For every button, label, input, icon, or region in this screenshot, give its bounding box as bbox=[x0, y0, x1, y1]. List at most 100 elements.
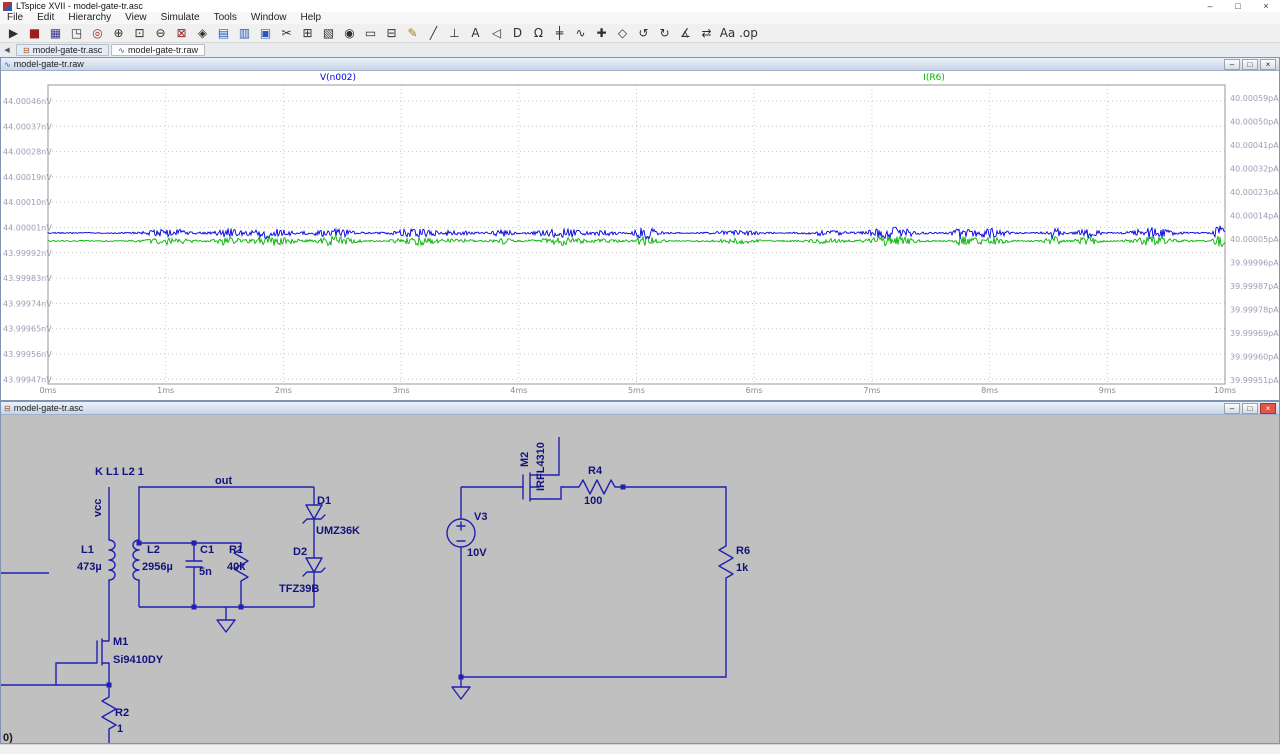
waveform-minimize-button[interactable]: – bbox=[1224, 58, 1240, 70]
voltage-source-V3-symbol[interactable] bbox=[446, 518, 476, 548]
resistor-icon[interactable]: Ω bbox=[528, 24, 549, 42]
halt-icon[interactable]: ■ bbox=[24, 24, 45, 42]
copy-icon[interactable]: ⊞ bbox=[297, 24, 318, 42]
zoom-out-icon[interactable]: ⊖ bbox=[150, 24, 171, 42]
net-label-vcc[interactable]: vcc bbox=[92, 499, 104, 517]
trace-label-v-n002[interactable]: V(n002) bbox=[320, 73, 356, 83]
zoom-full-icon[interactable]: ⊠ bbox=[171, 24, 192, 42]
inductor-L1-symbol[interactable] bbox=[108, 539, 116, 581]
value-R1[interactable]: 40k bbox=[227, 561, 246, 573]
close-button[interactable]: × bbox=[1252, 0, 1280, 12]
text-icon[interactable]: Aa bbox=[717, 24, 738, 42]
ground-icon[interactable] bbox=[216, 619, 236, 633]
waveform-window-titlebar[interactable]: ∿ model-gate-tr.raw – □ × bbox=[1, 58, 1279, 71]
pencil-icon[interactable]: ✎ bbox=[402, 24, 423, 42]
wire-out-rail[interactable] bbox=[138, 486, 314, 540]
wire-m2-drain[interactable] bbox=[546, 437, 560, 476]
print-icon[interactable]: ▭ bbox=[360, 24, 381, 42]
scroll-tabs-icon[interactable]: ◀ bbox=[0, 46, 14, 54]
move-icon[interactable]: ✚ bbox=[591, 24, 612, 42]
resistor-R2-symbol[interactable] bbox=[101, 684, 117, 743]
undo-icon[interactable]: ↺ bbox=[633, 24, 654, 42]
resistor-R4-symbol[interactable] bbox=[572, 479, 622, 495]
menu-window[interactable]: Window bbox=[244, 12, 294, 24]
label-M1[interactable]: M1 bbox=[113, 636, 128, 648]
tile-horizontal-icon[interactable]: ▤ bbox=[213, 24, 234, 42]
inductor-icon[interactable]: ∿ bbox=[570, 24, 591, 42]
minimize-button[interactable]: – bbox=[1196, 0, 1224, 12]
label-C1[interactable]: C1 bbox=[200, 544, 214, 556]
rotate-icon[interactable]: ∡ bbox=[675, 24, 696, 42]
schematic-minimize-button[interactable]: – bbox=[1224, 402, 1240, 414]
menu-tools[interactable]: Tools bbox=[207, 12, 244, 24]
schematic-canvas[interactable]: K L1 L2 1 vcc out L1 473µ L2 2956µ C1 5n… bbox=[1, 415, 1279, 743]
ground-icon[interactable] bbox=[451, 686, 471, 700]
schematic-maximize-button[interactable]: □ bbox=[1242, 402, 1258, 414]
wire-v3-top[interactable] bbox=[460, 486, 521, 519]
cascade-icon[interactable]: ▣ bbox=[255, 24, 276, 42]
autoscale-icon[interactable]: ◳ bbox=[66, 24, 87, 42]
paste-icon[interactable]: ▧ bbox=[318, 24, 339, 42]
value-C1[interactable]: 5n bbox=[199, 566, 212, 578]
mosfet-M1-symbol[interactable] bbox=[55, 634, 110, 686]
value-R4[interactable]: 100 bbox=[584, 495, 602, 507]
value-V3[interactable]: 10V bbox=[467, 547, 487, 559]
run-icon[interactable]: ▶ bbox=[3, 24, 24, 42]
label-R4[interactable]: R4 bbox=[588, 465, 603, 477]
tab-model-gate-tr.asc[interactable]: ⊟ model-gate-tr.asc bbox=[16, 44, 110, 56]
label-R1[interactable]: R1 bbox=[229, 544, 243, 556]
value-L2[interactable]: 2956µ bbox=[142, 561, 173, 573]
label-icon[interactable]: A bbox=[465, 24, 486, 42]
zoom-rect-icon[interactable]: ⊡ bbox=[129, 24, 150, 42]
value-M2[interactable]: IRFL4310 bbox=[535, 442, 547, 491]
value-M1[interactable]: Si9410DY bbox=[113, 654, 164, 666]
value-D1[interactable]: UMZ36K bbox=[316, 525, 360, 537]
label-R2[interactable]: R2 bbox=[115, 707, 129, 719]
coupling-directive-text[interactable]: K L1 L2 1 bbox=[95, 466, 144, 478]
label-M2[interactable]: M2 bbox=[519, 452, 531, 467]
value-R2[interactable]: 1 bbox=[117, 723, 123, 735]
menu-edit[interactable]: Edit bbox=[30, 12, 61, 24]
value-R6[interactable]: 1k bbox=[736, 562, 749, 574]
ground-icon[interactable]: ⊥ bbox=[444, 24, 465, 42]
diode-icon[interactable]: ◁ bbox=[486, 24, 507, 42]
zoom-in-icon[interactable]: ⊕ bbox=[108, 24, 129, 42]
clipped-spice-directive[interactable]: 0) bbox=[3, 732, 13, 743]
mirror-icon[interactable]: ⇄ bbox=[696, 24, 717, 42]
capacitor-icon[interactable]: ╪ bbox=[549, 24, 570, 42]
menu-help[interactable]: Help bbox=[294, 12, 329, 24]
value-D2[interactable]: TFZ39B bbox=[279, 583, 319, 595]
label-L2[interactable]: L2 bbox=[147, 544, 160, 556]
inductor-L2-symbol[interactable] bbox=[132, 539, 140, 581]
label-V3[interactable]: V3 bbox=[474, 511, 487, 523]
value-L1[interactable]: 473µ bbox=[77, 561, 102, 573]
net-label-out[interactable]: out bbox=[215, 475, 232, 487]
print-preview-icon[interactable]: ⊟ bbox=[381, 24, 402, 42]
menu-hierarchy[interactable]: Hierarchy bbox=[61, 12, 118, 24]
component-icon[interactable]: D bbox=[507, 24, 528, 42]
wire-return[interactable] bbox=[461, 590, 727, 678]
spice-directive-icon[interactable]: .op bbox=[738, 24, 759, 42]
waveform-plot[interactable]: 44.00046nV 44.00037nV 44.00028nV 44.00019nV… bbox=[1, 71, 1279, 400]
cut-icon[interactable]: ✂ bbox=[276, 24, 297, 42]
wire-r4-to-r6[interactable] bbox=[621, 486, 727, 540]
waveform-close-button[interactable]: × bbox=[1260, 58, 1276, 70]
redo-icon[interactable]: ↻ bbox=[654, 24, 675, 42]
wire-icon[interactable]: ╱ bbox=[423, 24, 444, 42]
schematic-close-button[interactable]: × bbox=[1260, 402, 1276, 414]
probe-icon[interactable]: ◎ bbox=[87, 24, 108, 42]
pan-icon[interactable]: ◈ bbox=[192, 24, 213, 42]
schematic-window-titlebar[interactable]: ⊟ model-gate-tr.asc – □ × bbox=[1, 402, 1279, 415]
save-icon[interactable]: ▦ bbox=[45, 24, 66, 42]
trace-label-i-r6[interactable]: I(R6) bbox=[923, 73, 945, 83]
waveform-maximize-button[interactable]: □ bbox=[1242, 58, 1258, 70]
label-L1[interactable]: L1 bbox=[81, 544, 94, 556]
label-D2[interactable]: D2 bbox=[293, 546, 307, 558]
tile-vertical-icon[interactable]: ▥ bbox=[234, 24, 255, 42]
menu-simulate[interactable]: Simulate bbox=[154, 12, 207, 24]
wire-m2-source[interactable] bbox=[546, 486, 573, 500]
drag-icon[interactable]: ◇ bbox=[612, 24, 633, 42]
find-icon[interactable]: ◉ bbox=[339, 24, 360, 42]
tab-model-gate-tr.raw[interactable]: ∿ model-gate-tr.raw bbox=[111, 44, 205, 56]
label-D1[interactable]: D1 bbox=[317, 495, 331, 507]
